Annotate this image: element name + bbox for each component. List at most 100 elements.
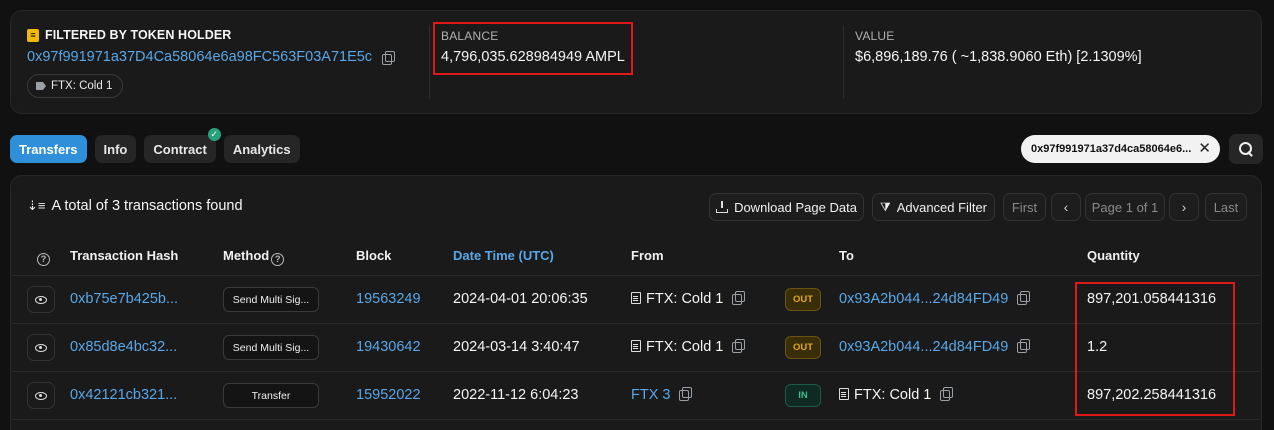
filter-icon: ⧩ (879, 199, 891, 214)
col-date-time[interactable]: Date Time (UTC) (453, 248, 554, 263)
clear-filter-icon[interactable]: ✕ (1198, 140, 1211, 158)
view-details-button[interactable] (27, 334, 55, 361)
filter-heading: ≡ FILTERED BY TOKEN HOLDER (27, 28, 231, 42)
name-tag-pill[interactable]: FTX: Cold 1 (27, 74, 124, 98)
col-quantity: Quantity (1087, 248, 1140, 263)
eye-icon (35, 295, 47, 304)
table-row: 0x85d8e4bc32... Send Multi Sig... 194306… (11, 324, 1261, 372)
tag-icon (36, 82, 46, 90)
download-label: Download Page Data (734, 199, 857, 215)
value-column: VALUE $6,896,189.76 ( ~1,838.9060 Eth) [… (843, 11, 1261, 113)
verified-check-icon: ✓ (207, 128, 221, 141)
tx-datetime: 2024-03-14 3:40:47 (453, 339, 580, 355)
from-address-link[interactable]: FTX 3 (631, 387, 670, 403)
col-transaction-hash: Transaction Hash (70, 248, 179, 263)
copy-icon[interactable] (732, 339, 746, 353)
download-icon (716, 201, 729, 213)
holder-column: ≡ FILTERED BY TOKEN HOLDER 0x97f991971a3… (11, 11, 429, 113)
copy-icon[interactable] (940, 387, 954, 401)
value-label: VALUE (855, 29, 895, 43)
col-block: Block (356, 248, 392, 263)
to-address: 0x93A2b044...24d84FD49 (839, 339, 1031, 355)
tx-hash-link[interactable]: 0x42121cb321... (70, 387, 177, 403)
last-page-button[interactable]: Last (1205, 193, 1247, 221)
highlight-box-balance (433, 22, 633, 75)
advanced-filter-label: Advanced Filter (896, 199, 988, 215)
next-page-button[interactable]: › (1169, 193, 1199, 221)
holder-summary-card: ≡ FILTERED BY TOKEN HOLDER 0x97f991971a3… (10, 10, 1262, 114)
to-address-link[interactable]: 0x93A2b044...24d84FD49 (839, 339, 1008, 355)
first-page-button[interactable]: First (1003, 193, 1046, 221)
summary-text: A total of 3 transactions found (51, 198, 243, 214)
table-row: 0xb75e7b425b... Send Multi Sig... 195632… (11, 276, 1261, 324)
address-filter-chip: 0x97f991971a37d4ca58064e6... ✕ (1021, 135, 1220, 163)
col-from: From (631, 248, 664, 263)
tab-transfers[interactable]: Transfers (10, 135, 87, 163)
method-help-icon[interactable]: ? (271, 252, 285, 266)
method-badge: Send Multi Sig... (223, 287, 319, 312)
to-address: 0x93A2b044...24d84FD49 (839, 291, 1031, 307)
copy-icon[interactable] (382, 50, 396, 65)
tab-analytics[interactable]: Analytics (223, 135, 300, 163)
block-link[interactable]: 19563249 (356, 291, 421, 307)
direction-badge: OUT (785, 336, 821, 359)
sort-icon: ⇣≡ (27, 198, 46, 213)
transactions-summary: ⇣≡ A total of 3 transactions found (27, 198, 243, 214)
copy-icon[interactable] (679, 387, 693, 401)
table-row: 0x42121cb321... Transfer 15952022 2022-1… (11, 372, 1261, 420)
name-tag-label: FTX: Cold 1 (51, 80, 113, 92)
tx-datetime: 2022-11-12 6:04:23 (453, 387, 579, 403)
view-details-button[interactable] (27, 382, 55, 409)
direction-badge: IN (785, 384, 821, 407)
value-amount: $6,896,189.76 ( ~1,838.9060 Eth) [2.1309… (855, 49, 1142, 65)
from-label[interactable]: FTX: Cold 1 (646, 291, 723, 307)
holder-address-row: 0x97f991971a37D4Ca58064e6a98FC563F03A71E… (27, 49, 396, 65)
tx-hash-link[interactable]: 0x85d8e4bc32... (70, 339, 177, 355)
copy-icon[interactable] (732, 291, 746, 305)
eye-icon (35, 343, 47, 352)
contract-doc-icon (631, 292, 641, 304)
advanced-filter-button[interactable]: ⧩ Advanced Filter (872, 193, 995, 221)
tab-contract[interactable]: Contract ✓ (144, 128, 221, 163)
from-label[interactable]: FTX: Cold 1 (646, 339, 723, 355)
page-indicator: Page 1 of 1 (1085, 193, 1165, 221)
chevron-left-icon: ‹ (1063, 199, 1069, 215)
address-filter-text: 0x97f991971a37d4ca58064e6... (1031, 143, 1192, 155)
to-address: FTX: Cold 1 (839, 387, 954, 403)
eye-icon (35, 391, 47, 400)
view-details-button[interactable] (27, 286, 55, 313)
col-method: Method? (223, 248, 285, 266)
method-badge: Transfer (223, 383, 319, 408)
search-button[interactable] (1229, 134, 1263, 164)
filter-heading-text: FILTERED BY TOKEN HOLDER (45, 28, 232, 42)
search-icon (1239, 142, 1253, 156)
highlight-box-quantity (1075, 282, 1235, 416)
copy-icon[interactable] (1017, 291, 1031, 305)
help-icon[interactable]: ? (35, 248, 50, 266)
from-address: FTX 3 (631, 387, 693, 403)
tx-hash-link[interactable]: 0xb75e7b425b... (70, 291, 178, 307)
token-holder-icon: ≡ (27, 28, 39, 42)
chevron-right-icon: › (1181, 199, 1187, 215)
from-address: FTX: Cold 1 (631, 291, 746, 307)
tab-bar: Transfers Info Contract ✓ Analytics (10, 128, 300, 163)
holder-address-link[interactable]: 0x97f991971a37D4Ca58064e6a98FC563F03A71E… (27, 49, 372, 65)
tab-contract-label: Contract (153, 141, 207, 157)
tab-info[interactable]: Info (94, 135, 137, 163)
copy-icon[interactable] (1017, 339, 1031, 353)
col-to: To (839, 248, 854, 263)
table-header: ? Transaction Hash Method? Block Date Ti… (11, 234, 1261, 276)
col-method-label: Method (223, 248, 270, 263)
direction-badge: OUT (785, 288, 821, 311)
block-link[interactable]: 15952022 (356, 387, 421, 403)
tx-datetime: 2024-04-01 20:06:35 (453, 291, 588, 307)
contract-doc-icon (839, 388, 849, 400)
prev-page-button[interactable]: ‹ (1051, 193, 1081, 221)
block-link[interactable]: 19430642 (356, 339, 421, 355)
to-label[interactable]: FTX: Cold 1 (854, 387, 931, 403)
to-address-link[interactable]: 0x93A2b044...24d84FD49 (839, 291, 1008, 307)
from-address: FTX: Cold 1 (631, 339, 746, 355)
contract-doc-icon (631, 340, 641, 352)
method-badge: Send Multi Sig... (223, 335, 319, 360)
download-page-data-button[interactable]: Download Page Data (709, 193, 864, 221)
